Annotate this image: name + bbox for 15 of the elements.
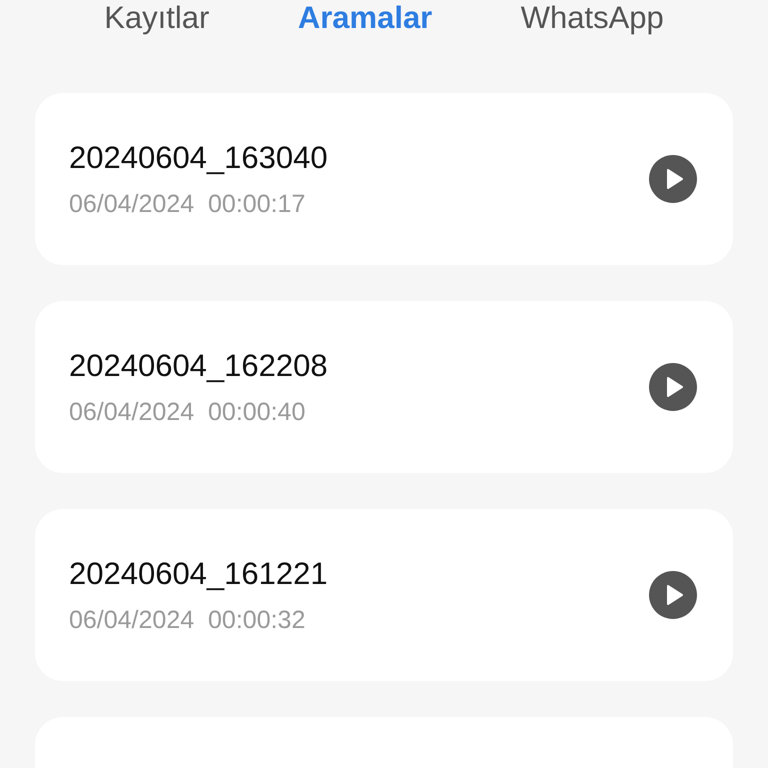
recording-card[interactable]: 20240604_161221 06/04/2024 00:00:32	[35, 509, 733, 681]
recording-card[interactable]: 20240604_162208 06/04/2024 00:00:40	[35, 301, 733, 473]
tab[interactable]: WhatsApp	[516, 0, 668, 38]
recording-meta: 06/04/2024 00:00:17	[69, 190, 306, 218]
recording-meta: 06/04/2024 00:00:32	[69, 606, 306, 634]
play-icon[interactable]	[649, 363, 697, 411]
recording-meta: 06/04/2024 00:00:40	[69, 398, 306, 426]
recording-card[interactable]: 20240604_163040 06/04/2024 00:00:17	[35, 93, 733, 265]
tab[interactable]: Kayıtlar	[100, 0, 214, 38]
play-icon[interactable]	[649, 571, 697, 619]
tab[interactable]: Aramalar	[294, 0, 436, 38]
recording-name: 20240604_162208	[69, 348, 329, 384]
recording-name: 20240604_163040	[69, 140, 329, 176]
recording-name: 20240604_161221	[69, 556, 329, 592]
play-icon[interactable]	[649, 155, 697, 203]
